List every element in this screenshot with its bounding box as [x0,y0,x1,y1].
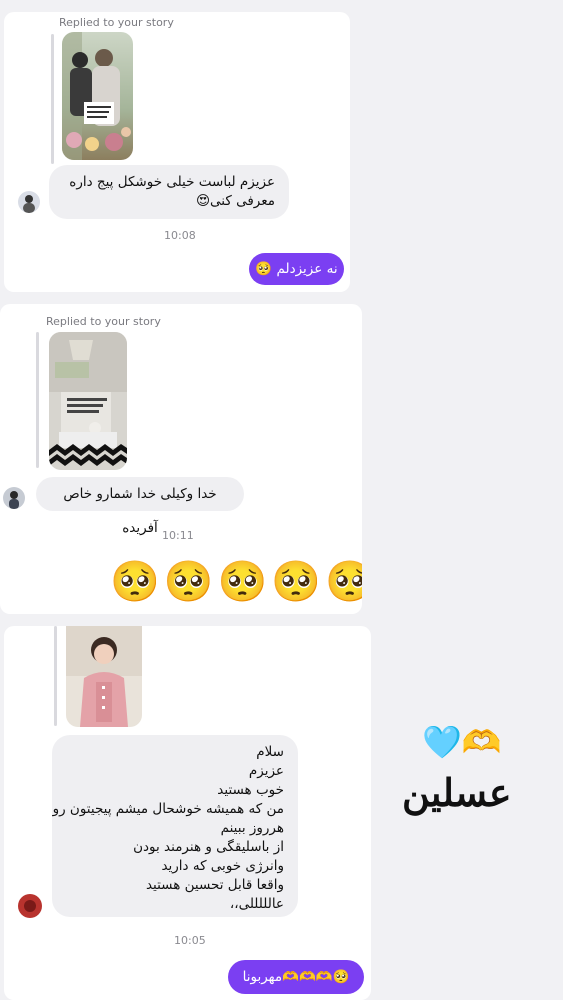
message-timestamp: 10:08 [164,229,196,242]
incoming-message-line: سلام [256,744,284,760]
incoming-message-bubble[interactable]: سلام عزیزم خوب هستید من که همیشه خوشحال … [52,735,298,917]
incoming-message-line: از باسلیقگی و هنرمند بودن [133,839,284,855]
message-timestamp: 10:05 [174,934,206,947]
brand-caption-text: عسلین [402,770,512,815]
incoming-message-line: عالللللی،، [229,896,284,912]
outgoing-emoji-message[interactable]: 🥺🥺🥺🥺🥺 [110,560,362,604]
message-timestamp: 10:11 [162,529,194,542]
story-thumbnail[interactable] [49,332,127,470]
heart-hands-emoji-decoration: 🩵🫶 [422,724,502,760]
incoming-message-bubble[interactable]: عزیزم لباست خیلی خوشکل پیج داره معرفی کن… [49,165,289,219]
incoming-message-line: وانرژی خوبی که دارید [161,858,284,874]
reply-quote-line [51,34,54,164]
replied-to-story-label: Replied to your story [59,16,174,29]
story-thumbnail[interactable] [66,626,142,727]
pleading-face-emojis: 🥺🥺🥺🥺🥺 [110,559,362,605]
incoming-message-line: عزیزم [248,763,284,779]
incoming-message-line: هرروز ببینم [220,820,284,836]
incoming-message-bubble[interactable]: خدا وکیلی خدا شمارو خاص آفریده [36,477,244,536]
incoming-message-line: من که همیشه خوشحال میشم پیجیتون رو [52,801,284,817]
outgoing-message-bubble[interactable]: 🥺🫶🫶🫶مهربونا [228,960,364,994]
outgoing-message-bubble[interactable]: نه عزیزدلم 🥺 [249,253,344,285]
conversation-panel-1: Replied to your story عزیزم لباست خیلی خ… [4,12,350,292]
brand-caption: عسلین [402,770,512,815]
story-image-couple [62,32,133,160]
story-thumbnail[interactable] [62,32,133,160]
reply-quote-line [36,332,39,468]
reply-quote-line [54,626,57,726]
outgoing-message-text: نه عزیزدلم 🥺 [255,261,338,277]
story-image-room [49,332,127,470]
outgoing-message-text: 🥺🫶🫶🫶مهربونا [242,969,350,985]
sender-avatar[interactable] [3,487,25,509]
sender-avatar[interactable] [18,191,40,213]
incoming-message-text: عزیزم لباست خیلی خوشکل پیج داره معرفی کن… [69,174,275,209]
conversation-panel-3: سلام عزیزم خوب هستید من که همیشه خوشحال … [4,626,371,1000]
incoming-message-line: واقعا قابل تحسین هستید [145,877,284,893]
conversation-panel-2: Replied to your story خدا وکیلی خدا شمار… [0,304,362,614]
incoming-message-line: خوب هستید [217,782,284,798]
replied-to-story-label: Replied to your story [46,315,161,328]
sender-avatar[interactable] [18,894,42,918]
decoration-emojis: 🩵🫶 [422,723,502,761]
story-image-child [66,626,142,727]
